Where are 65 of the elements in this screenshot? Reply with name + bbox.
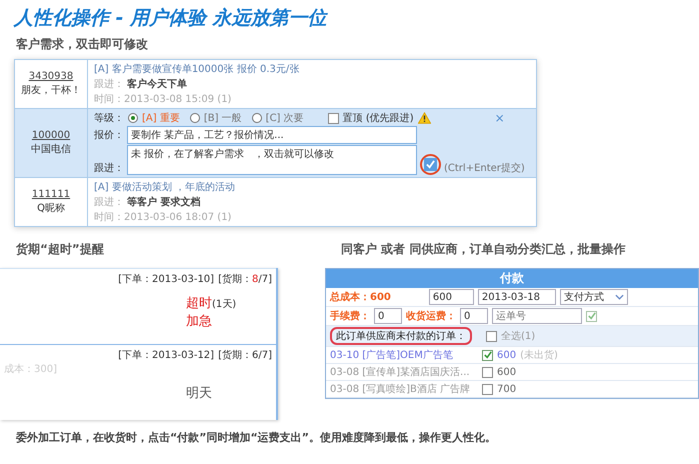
total-cost: 总成本：600 bbox=[330, 290, 391, 304]
waybill-field[interactable]: 运单号 bbox=[492, 308, 582, 324]
order-amount: 600 bbox=[497, 366, 516, 378]
unpaid-orders-heading: 此订单供应商未付款的订单： bbox=[330, 327, 472, 345]
follow-label: 跟进： bbox=[94, 196, 124, 209]
grade-label: 等级： bbox=[94, 112, 124, 125]
checkbox[interactable] bbox=[328, 112, 339, 124]
due-text: [货期：8/7] bbox=[218, 272, 272, 286]
dialog-title: 付款 bbox=[326, 269, 698, 288]
checkbox[interactable] bbox=[482, 384, 493, 394]
select-all-label: 全选(1) bbox=[501, 330, 536, 343]
grade-option-label: [C] 次要 bbox=[266, 112, 304, 125]
time-text: 时间：2013-03-08 15:09 (1) bbox=[94, 92, 232, 106]
radio-button[interactable] bbox=[190, 113, 200, 123]
grade-option-label: [B] 一般 bbox=[204, 112, 242, 125]
checkbox[interactable] bbox=[482, 350, 493, 360]
due-status: 明天 bbox=[186, 385, 212, 402]
order-amount: 600 bbox=[497, 350, 516, 360]
footer-caption: 委外加工订单，在收货时，点击“付款”同时增加“运费支出”。使用难度降到最低，操作更人性化。 bbox=[16, 430, 496, 445]
customer-name: Q昵称 bbox=[37, 202, 65, 215]
freight-field[interactable]: 0 bbox=[460, 308, 488, 324]
order-title[interactable]: 03-10 [广告笔]OEM广告笔 bbox=[330, 348, 478, 362]
section-caption: 客户需求，双击即可修改 bbox=[16, 36, 148, 53]
order-date: [下单：2013-03-10] bbox=[118, 272, 214, 286]
request-subject: [A] 客户需要做宣传单10000张 报价 0.3元/张 bbox=[94, 62, 300, 76]
order-date: [下单：2013-03-12] bbox=[118, 348, 214, 362]
submit-checkbox[interactable] bbox=[424, 158, 437, 171]
follow-label: 跟进： bbox=[94, 162, 124, 175]
caret-icon bbox=[614, 294, 624, 300]
checkbox[interactable] bbox=[486, 330, 497, 342]
customer-name: 朋友，干杯！ bbox=[21, 84, 81, 97]
payment-method-dropdown[interactable]: 支付方式 bbox=[560, 289, 628, 305]
radio-button[interactable] bbox=[252, 113, 262, 123]
customer-id-link[interactable]: 111111 bbox=[32, 189, 70, 200]
due-text: [货期：6/7] bbox=[218, 348, 272, 362]
section-caption: 同客户 或者 同供应商，订单自动分类汇总，批量操作 bbox=[341, 241, 626, 258]
follow-text: 等客户 要求文档 bbox=[127, 195, 200, 209]
checkbox[interactable] bbox=[482, 366, 493, 378]
quote-input[interactable]: 要制作 某产品，工艺？报价情况... bbox=[127, 126, 417, 144]
order-amount: 700 bbox=[497, 384, 516, 394]
follow-input[interactable]: 未 报价，在了解客户需求 ，双击就可以修改 bbox=[127, 145, 417, 175]
request-subject: [A] 要做活动策划 ，年底的活动 bbox=[94, 180, 236, 194]
amount-field[interactable]: 600 bbox=[428, 289, 474, 305]
page-title: 人性化操作 - 用户体验 永远放第一位 bbox=[14, 6, 327, 30]
customer-id-link[interactable]: 3430938 bbox=[28, 71, 74, 82]
order-note: (未出货) bbox=[520, 348, 558, 362]
checkbox[interactable] bbox=[586, 310, 597, 322]
overdue-status: 超时(1天) bbox=[186, 295, 236, 312]
follow-label: 跟进： bbox=[94, 78, 124, 91]
radio-button[interactable] bbox=[128, 113, 138, 123]
urgent-tag: 加急 bbox=[186, 312, 212, 330]
fee-label: 手续费： bbox=[330, 310, 370, 323]
warning-icon bbox=[418, 112, 431, 124]
freight-label: 收货运费： bbox=[406, 310, 456, 323]
fee-field[interactable]: 0 bbox=[374, 308, 402, 324]
follow-text: 客户今天下单 bbox=[127, 77, 187, 91]
pin-label: 置顶 (优先跟进) bbox=[342, 112, 414, 125]
customer-id-link[interactable]: 100000 bbox=[32, 130, 70, 141]
time-text: 时间：2013-03-06 18:07 (1) bbox=[94, 210, 232, 224]
section-caption: 货期“超时”提醒 bbox=[16, 241, 104, 258]
quote-label: 报价： bbox=[94, 128, 124, 142]
customer-name: 中国电信 bbox=[31, 142, 71, 156]
grade-option-label: [A] 重要 bbox=[142, 112, 180, 125]
date-field[interactable]: 2013-03-18 bbox=[478, 289, 556, 305]
shortcut-hint: (Ctrl+Enter提交) bbox=[444, 162, 525, 175]
